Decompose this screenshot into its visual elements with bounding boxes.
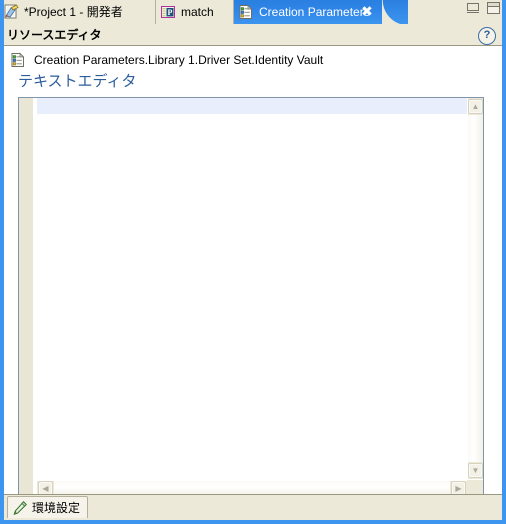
form-body: Creation Parameters.Library 1.Driver Set…	[4, 46, 502, 497]
tab-label: match	[181, 5, 214, 19]
vertical-scrollbar[interactable]: ▲ ▼	[467, 98, 483, 479]
policy-icon: P	[160, 4, 176, 20]
minimize-icon[interactable]	[467, 3, 479, 13]
close-icon[interactable]: ✖	[360, 4, 374, 18]
scroll-down-icon[interactable]: ▼	[468, 463, 483, 478]
application-window: *Project 1 - 開発者 P match Creation Parame…	[0, 0, 506, 524]
text-editor[interactable]: ▲ ▼ ◀ ▶	[18, 97, 484, 497]
scroll-up-icon[interactable]: ▲	[468, 99, 483, 114]
current-line-highlight	[37, 98, 467, 114]
parameters-list-icon	[10, 52, 26, 68]
section-title: リソースエディタ	[7, 28, 102, 42]
svg-text:P: P	[168, 8, 173, 17]
window-controls	[467, 2, 500, 14]
tab-creation-parameters[interactable]: Creation Parameters ✖	[234, 0, 408, 24]
editor-heading: テキストエディタ	[18, 73, 137, 90]
tab-label: *Project 1 - 開発者	[24, 5, 123, 19]
editor-text-area[interactable]	[37, 98, 467, 479]
editor-tab-strip: *Project 1 - 開発者 P match Creation Parame…	[0, 0, 506, 24]
tab-preferences[interactable]: 環境設定	[7, 496, 89, 518]
maximize-icon[interactable]	[487, 2, 500, 14]
section-header: リソースエディタ ?	[4, 24, 502, 46]
help-icon[interactable]: ?	[478, 27, 496, 45]
text-editor-inner: ▲ ▼ ◀ ▶	[19, 98, 483, 496]
vertical-scrollbar-track[interactable]	[468, 115, 483, 462]
bottom-tab-bar: 環境設定	[4, 494, 502, 520]
breadcrumb: Creation Parameters.Library 1.Driver Set…	[10, 51, 323, 69]
window-frame-left	[0, 0, 4, 524]
tab-label: 環境設定	[32, 501, 81, 515]
pencil-icon	[12, 500, 28, 516]
tab-match[interactable]: P match	[156, 0, 234, 24]
editor-gutter	[19, 98, 34, 496]
project-document-icon	[3, 4, 19, 20]
tab-project-1[interactable]: *Project 1 - 開発者	[0, 0, 156, 24]
window-frame-bottom	[0, 520, 506, 524]
window-frame-right	[502, 0, 506, 524]
tab-label: Creation Parameters	[259, 5, 370, 19]
parameters-list-icon	[238, 4, 254, 20]
breadcrumb-text: Creation Parameters.Library 1.Driver Set…	[34, 53, 324, 67]
